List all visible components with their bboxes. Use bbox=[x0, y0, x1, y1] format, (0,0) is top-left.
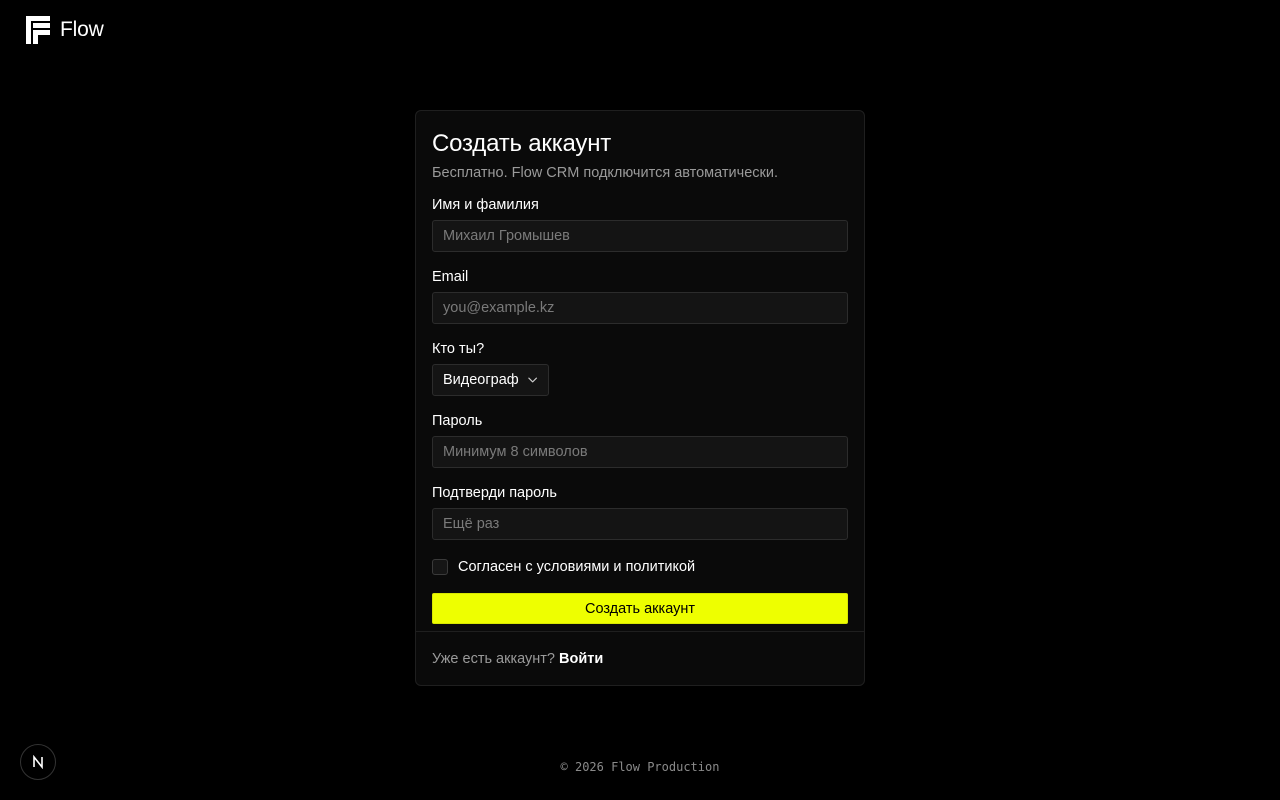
confirm-password-input[interactable] bbox=[432, 508, 848, 540]
name-label: Имя и фамилия bbox=[432, 197, 539, 213]
brand-logo[interactable]: Flow bbox=[26, 16, 104, 44]
chevron-down-icon bbox=[527, 377, 537, 383]
form-title: Создать аккаунт bbox=[432, 130, 612, 157]
confirm-password-field-group: Подтверди пароль bbox=[432, 484, 848, 540]
role-label: Кто ты? bbox=[432, 341, 485, 357]
nextjs-icon bbox=[33, 755, 43, 769]
login-prompt: Уже есть аккаунт? bbox=[432, 650, 555, 667]
form-subtitle: Бесплатно. Flow CRM подключится автомати… bbox=[432, 165, 778, 181]
signup-page: Flow Создать аккаунт Бесплатно. Flow CRM… bbox=[0, 0, 1280, 800]
role-select-value: Видеограф bbox=[443, 372, 519, 388]
confirm-password-label: Подтверди пароль bbox=[432, 485, 557, 501]
flow-logo-icon bbox=[26, 16, 50, 44]
nextjs-dev-badge[interactable] bbox=[20, 744, 56, 780]
email-label: Email bbox=[432, 269, 469, 285]
password-label: Пароль bbox=[432, 413, 483, 429]
email-field-group: Email bbox=[432, 268, 848, 324]
brand-name: Flow bbox=[60, 18, 104, 41]
password-input[interactable] bbox=[432, 436, 848, 468]
role-field-group: Кто ты? Видеограф bbox=[432, 340, 848, 396]
copyright-text: © 2026 Flow Production bbox=[560, 760, 720, 774]
terms-checkbox[interactable] bbox=[432, 559, 448, 575]
login-link[interactable]: Войти bbox=[559, 651, 603, 667]
role-select[interactable]: Видеограф bbox=[432, 364, 549, 396]
signup-card: Создать аккаунт Бесплатно. Flow CRM подк… bbox=[415, 110, 865, 686]
terms-label[interactable]: Согласен с условиями и политикой bbox=[458, 559, 695, 575]
name-field-group: Имя и фамилия bbox=[432, 196, 848, 252]
email-input[interactable] bbox=[432, 292, 848, 324]
create-account-button[interactable]: Создать аккаунт bbox=[432, 593, 848, 624]
password-field-group: Пароль bbox=[432, 412, 848, 468]
card-footer: Уже есть аккаунт? Войти bbox=[416, 631, 864, 685]
signup-form: Создать аккаунт Бесплатно. Flow CRM подк… bbox=[416, 111, 864, 624]
name-input[interactable] bbox=[432, 220, 848, 252]
terms-agreement: Согласен с условиями и политикой bbox=[432, 558, 848, 576]
